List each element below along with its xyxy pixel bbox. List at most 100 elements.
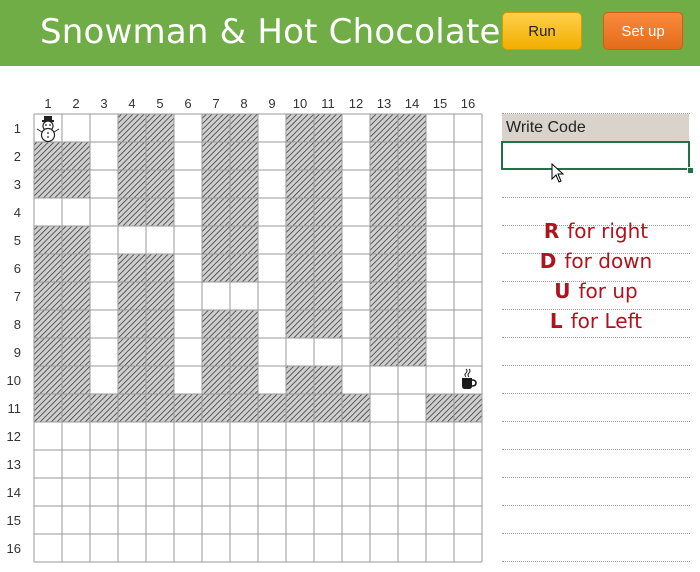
row-label: 15: [7, 513, 21, 528]
column-label: 12: [349, 96, 363, 111]
code-input[interactable]: [501, 141, 690, 170]
wall-cell: [286, 114, 314, 142]
wall-cell: [398, 198, 426, 226]
wall-cell: [230, 198, 258, 226]
run-button[interactable]: Run: [502, 12, 582, 50]
write-code-header: Write Code: [502, 114, 689, 141]
wall-cell: [286, 170, 314, 198]
wall-cell: [398, 114, 426, 142]
wall-cell: [398, 142, 426, 170]
wall-cell: [62, 142, 90, 170]
wall-cell: [230, 338, 258, 366]
wall-cell: [314, 310, 342, 338]
wall-cell: [118, 310, 146, 338]
wall-cell: [286, 226, 314, 254]
row-label: 9: [14, 345, 21, 360]
column-label: 7: [212, 96, 219, 111]
sheet-gridline: [502, 393, 690, 394]
wall-cell: [146, 254, 174, 282]
wall-cell: [398, 338, 426, 366]
wall-cell: [118, 338, 146, 366]
wall-cell: [398, 170, 426, 198]
wall-cell: [286, 254, 314, 282]
maze-grid: 1 2 3 4 5 6 7 8 9 10 11 12 13 14 15 16 1234567891011121…: [7, 96, 483, 563]
wall-cell: [314, 394, 342, 422]
sheet-gridline: [502, 421, 690, 422]
wall-cell: [454, 394, 482, 422]
wall-cell: [314, 198, 342, 226]
wall-cell: [34, 254, 62, 282]
wall-cell: [146, 282, 174, 310]
fill-handle[interactable]: [687, 167, 694, 174]
page-title: Snowman & Hot Chocolate: [40, 12, 501, 52]
wall-cell: [230, 310, 258, 338]
wall-cell: [202, 366, 230, 394]
wall-cell: [398, 310, 426, 338]
sheet-gridline: [502, 337, 690, 338]
wall-cell: [370, 198, 398, 226]
column-label: 16: [461, 96, 475, 111]
wall-cell: [286, 198, 314, 226]
setup-button[interactable]: Set up: [603, 12, 683, 50]
mouse-cursor-icon: [551, 163, 565, 183]
wall-cell: [118, 282, 146, 310]
wall-cell: [202, 254, 230, 282]
wall-cell: [146, 114, 174, 142]
wall-cell: [34, 310, 62, 338]
wall-cell: [202, 394, 230, 422]
wall-cell: [370, 114, 398, 142]
row-label: 8: [14, 317, 21, 332]
wall-cell: [314, 226, 342, 254]
wall-cell: [370, 310, 398, 338]
column-label: 9: [268, 96, 275, 111]
wall-cell: [202, 142, 230, 170]
wall-cell: [62, 282, 90, 310]
legend-item-right: Rfor right: [543, 219, 649, 243]
row-label: 7: [14, 289, 21, 304]
wall-cell: [314, 282, 342, 310]
wall-cell: [286, 394, 314, 422]
column-label: 5: [156, 96, 163, 111]
wall-cell: [230, 142, 258, 170]
wall-cell: [90, 394, 118, 422]
wall-cell: [118, 114, 146, 142]
row-label: 14: [7, 485, 21, 500]
legend-item-up: Ufor up: [554, 279, 638, 303]
column-label: 1: [44, 96, 51, 111]
wall-cell: [146, 142, 174, 170]
wall-cell: [174, 394, 202, 422]
wall-cell: [370, 338, 398, 366]
column-label: 11: [321, 96, 335, 111]
wall-cell: [370, 170, 398, 198]
column-label: 8: [240, 96, 247, 111]
column-label: 3: [100, 96, 107, 111]
wall-cell: [426, 394, 454, 422]
column-label: 13: [377, 96, 391, 111]
wall-cell: [314, 142, 342, 170]
legend-item-down: Dfor down: [539, 249, 653, 273]
wall-cell: [118, 254, 146, 282]
wall-cell: [286, 282, 314, 310]
wall-cell: [34, 394, 62, 422]
wall-cell: [230, 366, 258, 394]
wall-cell: [258, 394, 286, 422]
wall-cell: [398, 282, 426, 310]
wall-cell: [34, 226, 62, 254]
row-label: 13: [7, 457, 21, 472]
wall-cell: [118, 142, 146, 170]
sheet-gridline: [502, 533, 690, 534]
wall-cell: [118, 366, 146, 394]
wall-cell: [398, 226, 426, 254]
wall-cell: [202, 226, 230, 254]
wall-cell: [230, 170, 258, 198]
wall-cell: [118, 170, 146, 198]
column-label: 2: [72, 96, 79, 111]
wall-cell: [202, 310, 230, 338]
wall-cell: [34, 142, 62, 170]
column-label: 15: [433, 96, 447, 111]
row-label: 6: [14, 261, 21, 276]
sheet-gridline: [502, 197, 690, 198]
wall-cell: [202, 114, 230, 142]
row-label: 4: [14, 205, 21, 220]
column-label: 14: [405, 96, 419, 111]
